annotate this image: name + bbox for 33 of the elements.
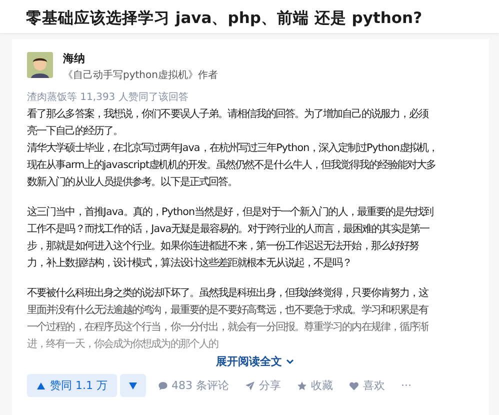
author-bio: 《自己动手写python虚拟机》作者 [63,68,218,82]
like-button[interactable]: 喜欢 [349,378,385,393]
question-title: 零基础应该选择学习 java、php、前端 还是 python? [26,8,424,29]
answer-text-line: 现在从事arm上的javascript虚机机的开发。虽然仍然不是什么牛人，但我觉得我的经验能对大多 [27,158,436,173]
answer-text-line: 步，那就是如何进入这个行业。如果你连进都进不来，第一份工作迟迟无法开始，那么好好努 [27,239,419,254]
answer-text-line: 数新入门的从业人员提供参考。以下是正式回答。 [27,175,238,190]
answer-text-line: 里面并没有什么无法逾越的鸿沟，最重要的是不要好高骛远，也不要急于求成。学习和积累是有 [27,303,428,318]
expand-link[interactable]: 展开阅读全文 [216,354,294,369]
author-name[interactable]: 海纳 [63,51,218,66]
more-button[interactable]: ··· [401,379,412,392]
speech-bubble-icon [158,380,168,390]
triangle-down-icon [128,380,138,390]
downvote-button[interactable] [120,374,146,397]
answer-text-line: 不要被什么科班出身之类的说法吓坏了。虽然我是科班出身，但我始终觉得，只要你肯努力，这 [27,286,428,301]
answer-text-line: 一个过程的，在程序员这个行当，你一分付出，就会有一分回报。尊重学习的内在规律，循序渐 [27,320,428,335]
answer-text-line: 力，补上数据结构，设计模式，算法设计这些差距就根本无从说起，不是吗？ [27,256,352,271]
comment-button[interactable]: 483 条评论 [158,378,229,393]
upvote-button[interactable]: 赞同 1.1 万 [27,374,116,397]
answer-text-line: 这三门当中，首推Java。真的，Python当然是好，但是对于一个新入门的人，最重要的是先找到 [27,205,434,220]
heart-icon [349,380,359,390]
avatar [27,52,53,78]
share-button[interactable]: 分享 [245,378,281,393]
favorite-button[interactable]: 收藏 [297,378,333,393]
answer-text-line: 清华大学硕士毕业，在北京写过两年Java，在杭州写过三年Python，深入定制过Python虚拟机， [27,141,438,156]
star-icon [297,380,307,390]
upvoters-text: 渣肉蒸饭等 11,393 人赞同了该回答 [27,90,190,104]
answer-text-line: 进，终有一天，你会成为你想成为的那个人的 [27,337,218,352]
answer-text-line: 工作不是吗？而找工作的话，Java无疑是最容易的。对于跨行业的人而言，最困难的其实是第一 [27,222,429,237]
paper-plane-icon [245,380,255,390]
triangle-up-icon [36,380,46,390]
chevron-down-icon [286,358,294,364]
answer-text-line: 看了那么多答案，我想说，你们不要误人子弟。请相信我的回答。为了增加自己的说服力，必须 [27,107,428,122]
answer-text-line: 亮一下自己的经历了。 [27,124,123,139]
